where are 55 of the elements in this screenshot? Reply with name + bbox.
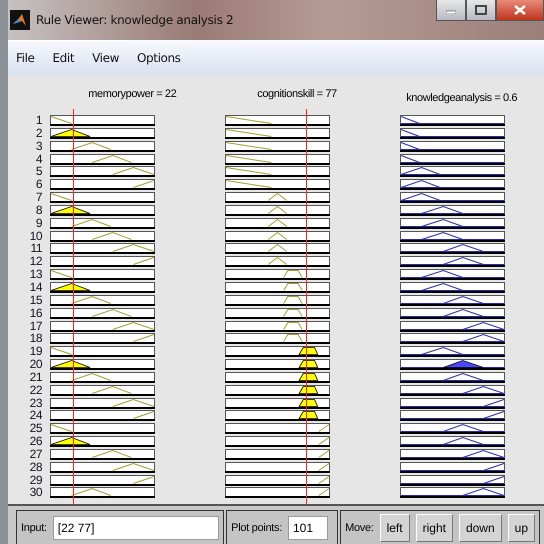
rule-number: 14	[28, 282, 44, 293]
rule-number: 9	[34, 218, 43, 229]
input-line[interactable]	[73, 109, 74, 504]
rule-number: 30	[28, 487, 43, 498]
rule-number: 11	[30, 243, 43, 254]
plot-points-label: Plot points:	[231, 522, 282, 534]
rule-number: 17	[28, 320, 43, 332]
rule-number: 27	[28, 448, 43, 460]
maximize-icon	[475, 5, 487, 15]
rule-number: 28	[28, 462, 43, 473]
rule-number: 19	[28, 346, 43, 358]
rule-number: 22	[28, 384, 43, 396]
move-button[interactable]: down	[458, 514, 502, 542]
rule-number: 13	[28, 269, 43, 280]
maximize-button[interactable]	[466, 0, 496, 21]
move-label: Move:	[345, 522, 374, 534]
rule-number: 6	[34, 179, 43, 190]
input-line[interactable]	[306, 109, 307, 504]
window-title: Rule Viewer: knowledge analysis 2	[36, 13, 234, 27]
menu-item[interactable]: Options	[137, 51, 181, 65]
app-icon	[10, 10, 30, 30]
move-button[interactable]: right	[416, 514, 453, 542]
rule-number: 12	[28, 256, 43, 268]
close-button[interactable]	[496, 0, 544, 21]
menu-item[interactable]: Edit	[52, 51, 74, 65]
plot-points-field[interactable]: 101	[288, 516, 328, 540]
rule-number: 18	[28, 333, 43, 344]
rule-number: 21	[28, 372, 43, 383]
rule-number: 1	[34, 115, 43, 126]
rule-number: 4	[34, 154, 44, 165]
rule-number: 2	[34, 128, 43, 139]
move-button[interactable]: left	[380, 514, 410, 542]
minimize-button[interactable]	[436, 0, 466, 21]
variable-heading: cognitionskill = 77	[256, 87, 338, 102]
rule-number: 20	[28, 359, 43, 370]
close-icon	[514, 5, 526, 15]
rule-number: 8	[34, 204, 43, 216]
move-button[interactable]: up	[508, 514, 535, 542]
rule-number: 16	[28, 308, 43, 319]
input-label: Input:	[21, 522, 47, 534]
rule-number: 24	[28, 410, 44, 422]
rule-number: 29	[28, 474, 43, 486]
rule-number: 10	[28, 230, 43, 242]
rule-number: 7	[34, 192, 43, 204]
rule-number: 5	[34, 166, 43, 178]
variable-heading: memorypower = 22	[87, 87, 178, 102]
input-field[interactable]: [22 77]	[52, 516, 219, 540]
rule-number: 25	[28, 423, 43, 434]
menu-item[interactable]: File	[16, 51, 34, 65]
menu-item[interactable]: View	[92, 51, 120, 65]
rule-number: 26	[28, 436, 43, 448]
rule-number: 3	[34, 140, 43, 152]
variable-heading: knowledgeanalysis = 0.6	[405, 91, 518, 106]
rule-number: 15	[28, 294, 43, 306]
rule-number: 23	[28, 398, 43, 409]
